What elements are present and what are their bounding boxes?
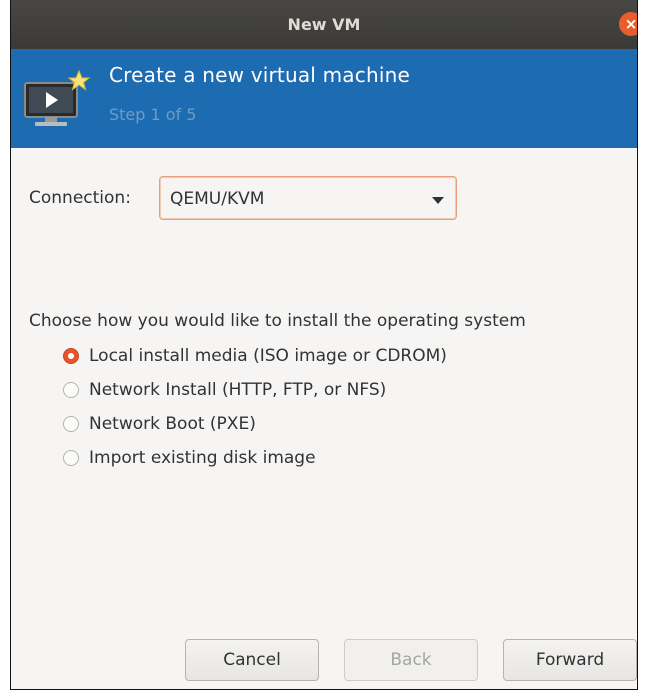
virtual-machine-icon — [24, 69, 91, 126]
connection-dropdown[interactable]: QEMU/KVM — [159, 176, 457, 220]
title-bar[interactable]: New VM × — [11, 0, 637, 49]
new-vm-window: New VM × Create a new virtual machine St… — [10, 0, 638, 690]
dropdown-arrow-icon — [432, 197, 444, 204]
window-title: New VM — [287, 15, 361, 34]
connection-label: Connection: — [29, 188, 131, 208]
cancel-button[interactable]: Cancel — [185, 639, 319, 681]
connection-value: QEMU/KVM — [170, 189, 265, 209]
forward-button[interactable]: Forward — [503, 639, 637, 681]
wizard-header: Create a new virtual machine Step 1 of 5 — [11, 49, 637, 148]
radio-import-disk-image[interactable]: Import existing disk image — [63, 448, 316, 468]
close-icon[interactable]: × — [619, 12, 637, 36]
radio-network-install[interactable]: Network Install (HTTP, FTP, or NFS) — [63, 380, 386, 400]
wizard-step-indicator: Step 1 of 5 — [109, 105, 197, 124]
wizard-title: Create a new virtual machine — [109, 63, 410, 87]
radio-button[interactable] — [63, 450, 79, 466]
radio-label: Import existing disk image — [89, 448, 316, 468]
install-method-prompt: Choose how you would like to install the… — [29, 311, 526, 331]
radio-label: Network Boot (PXE) — [89, 414, 256, 434]
radio-button[interactable] — [63, 416, 79, 432]
radio-local-install-media[interactable]: Local install media (ISO image or CDROM) — [63, 346, 447, 366]
radio-button-selected[interactable] — [63, 348, 79, 364]
radio-label: Local install media (ISO image or CDROM) — [89, 346, 447, 366]
radio-button[interactable] — [63, 382, 79, 398]
radio-network-boot[interactable]: Network Boot (PXE) — [63, 414, 256, 434]
back-button[interactable]: Back — [344, 639, 478, 681]
radio-label: Network Install (HTTP, FTP, or NFS) — [89, 380, 387, 400]
